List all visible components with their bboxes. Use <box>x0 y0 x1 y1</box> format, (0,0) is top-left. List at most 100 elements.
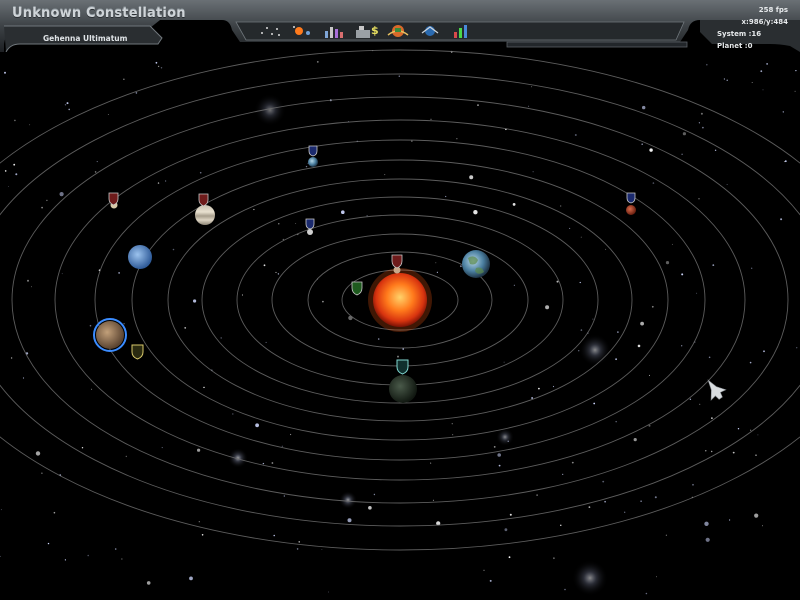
star <box>615 358 617 361</box>
star <box>35 451 41 456</box>
star <box>107 114 109 115</box>
star <box>373 493 376 496</box>
star <box>66 102 69 105</box>
star <box>460 265 462 268</box>
planet-blue-gas[interactable] <box>128 245 152 269</box>
star <box>531 86 533 88</box>
planet-earth-like[interactable] <box>462 250 490 278</box>
star <box>189 576 193 581</box>
star <box>411 140 413 142</box>
star <box>397 355 399 358</box>
star <box>489 579 492 582</box>
planet-small-red[interactable] <box>626 205 636 215</box>
star <box>784 160 787 163</box>
star <box>698 198 700 200</box>
faction-shield-icon[interactable] <box>351 281 363 296</box>
planet-dark-green[interactable] <box>389 375 417 403</box>
colonize-button[interactable] <box>386 22 410 40</box>
faction-shield-icon[interactable] <box>198 193 209 207</box>
star <box>347 518 352 523</box>
star <box>562 473 564 475</box>
star <box>64 559 66 561</box>
faction-shield-icon[interactable] <box>396 359 409 375</box>
star <box>696 292 698 294</box>
star <box>4 170 7 172</box>
faction-shield-icon[interactable] <box>131 344 144 360</box>
planet-brown-selected[interactable] <box>93 318 127 352</box>
faction-shield-icon[interactable] <box>626 192 636 204</box>
star <box>121 558 123 560</box>
star <box>435 262 437 264</box>
star <box>637 344 641 348</box>
star <box>732 451 735 454</box>
star <box>321 549 323 550</box>
star <box>560 205 562 207</box>
star <box>560 524 562 526</box>
star <box>569 227 571 229</box>
star <box>193 299 197 303</box>
star <box>692 483 694 486</box>
star <box>27 279 29 282</box>
star <box>296 548 299 550</box>
star <box>656 576 657 578</box>
star <box>271 462 274 464</box>
star <box>22 377 25 379</box>
star <box>795 70 797 72</box>
solar-system-button[interactable] <box>290 22 314 40</box>
star <box>617 331 619 333</box>
star <box>512 203 516 206</box>
star <box>729 519 731 521</box>
statistics-button[interactable] <box>322 22 346 40</box>
economy-button[interactable]: $ <box>354 22 378 40</box>
star <box>796 347 798 349</box>
star <box>430 462 432 464</box>
nebula-glows <box>228 94 611 596</box>
star <box>68 108 70 111</box>
star <box>780 218 783 221</box>
star <box>277 273 280 275</box>
star <box>61 273 63 275</box>
star <box>298 541 300 543</box>
planet-small-moon-2[interactable] <box>307 229 313 235</box>
planet-small-teal[interactable] <box>308 157 318 167</box>
star <box>135 92 138 94</box>
faction-shield-icon[interactable] <box>108 192 119 206</box>
star <box>794 90 796 92</box>
star <box>508 556 511 559</box>
star <box>564 588 566 591</box>
star <box>700 112 703 115</box>
fleet-button[interactable] <box>418 22 442 40</box>
star <box>652 182 655 184</box>
star <box>341 210 345 214</box>
star <box>649 374 650 376</box>
starship-icon[interactable] <box>701 375 728 403</box>
star <box>377 338 380 340</box>
star <box>199 171 202 174</box>
star <box>172 248 175 251</box>
research-button[interactable] <box>450 22 474 40</box>
star <box>456 138 458 140</box>
solar-system-icon <box>293 26 310 35</box>
star <box>81 447 84 449</box>
star <box>708 356 711 359</box>
star <box>640 321 644 326</box>
star <box>702 126 704 129</box>
star <box>114 548 117 550</box>
star <box>645 592 648 595</box>
star <box>749 361 752 364</box>
star <box>255 423 259 428</box>
star <box>633 438 637 442</box>
sun[interactable] <box>368 268 432 332</box>
star <box>165 180 167 182</box>
star <box>263 264 266 267</box>
star <box>10 357 13 359</box>
star <box>751 82 753 83</box>
star-map-button[interactable] <box>258 22 282 40</box>
solar-system-map[interactable] <box>0 0 800 600</box>
star <box>498 464 501 467</box>
faction-shield-icon[interactable] <box>308 145 318 157</box>
planet-jupiter-like[interactable] <box>195 205 215 225</box>
star <box>384 174 386 176</box>
faction-shield-icon[interactable] <box>305 218 315 230</box>
faction-shield-icon[interactable] <box>391 254 403 269</box>
